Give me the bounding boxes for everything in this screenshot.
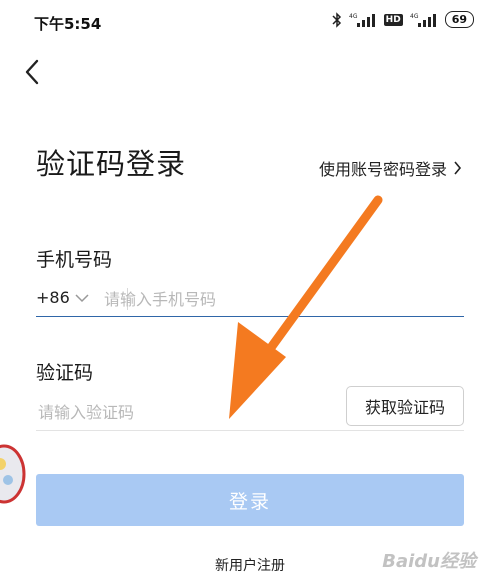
- battery-indicator: 69: [444, 11, 474, 28]
- status-time: 下午5:54: [34, 15, 102, 33]
- phone-input[interactable]: [102, 284, 446, 314]
- code-field-row: 获取验证码: [36, 386, 464, 431]
- hd-badge: HD: [383, 13, 403, 26]
- signal-4g-icon-2: 4G: [410, 13, 436, 27]
- get-code-button[interactable]: 获取验证码: [346, 386, 464, 426]
- country-code: +86: [36, 288, 70, 307]
- bluetooth-icon: [332, 11, 341, 28]
- verification-code-input[interactable]: [36, 398, 330, 426]
- signal-4g-icon: 4G: [349, 13, 375, 27]
- watermark: Baidu经验: [382, 551, 476, 572]
- chevron-down-icon: [75, 293, 89, 302]
- cartoon-sticker-icon: [0, 444, 26, 504]
- password-login-link[interactable]: 使用账号密码登录: [319, 156, 462, 180]
- page-title: 验证码登录: [36, 147, 187, 181]
- status-bar: 下午5:54 4G HD 4G 69: [0, 0, 500, 44]
- code-label: 验证码: [36, 362, 94, 384]
- country-code-selector[interactable]: +86: [36, 288, 90, 307]
- svg-text:4G: 4G: [349, 13, 358, 20]
- back-button[interactable]: [18, 56, 48, 88]
- chevron-right-icon: [454, 161, 462, 175]
- svg-text:4G: 4G: [410, 13, 419, 20]
- phone-label: 手机号码: [36, 249, 113, 271]
- login-button[interactable]: 登录: [36, 474, 464, 526]
- password-login-label: 使用账号密码登录: [318, 160, 447, 179]
- phone-field-row: +86: [36, 282, 464, 317]
- status-icons: 4G HD 4G 69: [332, 11, 474, 28]
- chevron-left-icon: [25, 59, 39, 85]
